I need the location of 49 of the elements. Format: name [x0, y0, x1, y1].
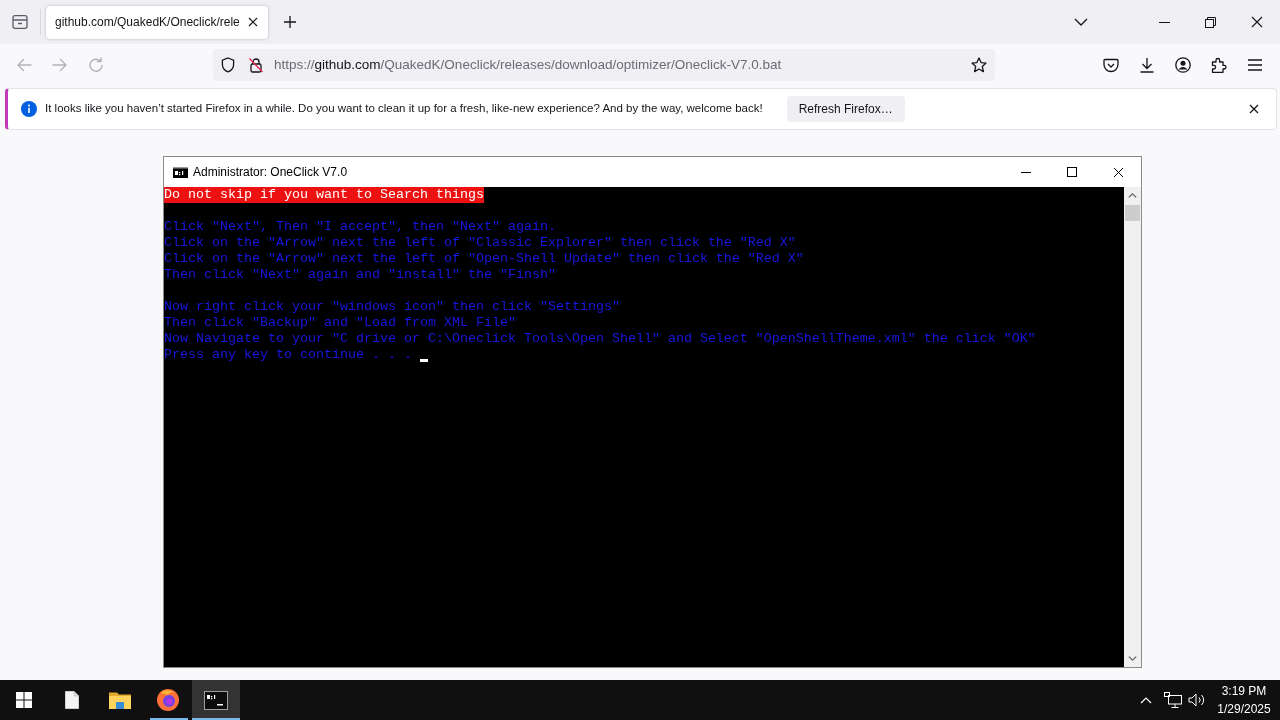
puzzle-icon[interactable] [1211, 57, 1227, 73]
console-line: Now right click your "windows icon" then click "Settings" [164, 299, 620, 315]
console-line: Click on the "Arrow" next the left of "Open-Shell Update" then click the "Red X" [164, 251, 804, 267]
notification-message: It looks like you haven’t started Firefox in a while. Do you want to clean it up for a fresh, like-new experience? And by the way, welcome back! [45, 101, 763, 117]
minimize-icon[interactable] [1021, 171, 1031, 173]
restore-icon[interactable] [1204, 16, 1216, 28]
close-icon[interactable] [1112, 166, 1124, 178]
download-icon[interactable] [1139, 57, 1155, 73]
clock-date[interactable]: 1/29/2025 [1217, 700, 1271, 718]
terminal-icon[interactable] [204, 690, 228, 710]
maximize-icon[interactable] [1067, 167, 1077, 177]
archive-box-icon[interactable] [12, 14, 28, 30]
menu-icon[interactable] [1247, 59, 1263, 71]
console-line: Click on the "Arrow" next the left of "Classic Explorer" then click the "Red X" [164, 235, 796, 251]
close-icon[interactable] [1249, 104, 1259, 114]
close-icon[interactable] [1250, 16, 1263, 28]
folder-icon[interactable] [109, 691, 131, 709]
scroll-down-icon[interactable] [1128, 656, 1137, 661]
scrollbar-thumb[interactable] [1125, 205, 1140, 221]
account-icon[interactable] [1175, 57, 1191, 73]
refresh-button[interactable]: Refresh Firefox… [786, 96, 905, 122]
window-title: Administrator: OneClick V7.0 [193, 164, 348, 181]
lock-slash-icon[interactable] [248, 57, 264, 73]
console-line: Then click "Next" again and "install" the "Finsh" [164, 267, 556, 283]
shield-icon[interactable] [221, 57, 235, 73]
chevron-up-icon[interactable] [1140, 696, 1152, 704]
scroll-up-icon[interactable] [1128, 193, 1137, 198]
chevron-down-icon[interactable] [1074, 18, 1088, 26]
minimize-icon[interactable] [1158, 21, 1170, 23]
network-icon[interactable] [1164, 692, 1182, 708]
clock-time[interactable]: 3:19 PM [1221, 682, 1267, 700]
start-icon[interactable] [16, 692, 32, 708]
pocket-chevron-icon[interactable] [1103, 57, 1119, 73]
close-icon[interactable] [248, 17, 258, 27]
plus-icon[interactable] [283, 15, 297, 29]
volume-icon[interactable] [1188, 693, 1206, 707]
console-line: Then click "Backup" and "Load from XML File" [164, 315, 516, 331]
console-line: Press any key to continue . . . [164, 347, 412, 363]
address-bar[interactable]: https://github.com/QuakedK/Oneclick/releases/download/optimizer/Oneclick-V7.0.bat [213, 49, 995, 81]
console-line: Now Navigate to your "C drive or C:\Oneclick Tools\Open Shell" and Select "OpenShellTheme.xml" the click "OK" [164, 331, 1036, 347]
browser-tab[interactable]: github.com/QuakedK/Oneclick/rele [46, 5, 268, 39]
info-icon [21, 101, 37, 117]
document-icon[interactable] [65, 691, 79, 709]
taskbar-button[interactable] [192, 680, 240, 720]
url-text: https://github.com/QuakedK/Oneclick/releases/download/optimizer/Oneclick-V7.0.bat [274, 55, 782, 74]
terminal-icon [173, 166, 188, 178]
fox-globe-icon[interactable] [157, 689, 179, 711]
star-icon[interactable] [971, 57, 987, 73]
console-line: Click "Next", Then "I accept", then "Next" again. [164, 219, 556, 235]
